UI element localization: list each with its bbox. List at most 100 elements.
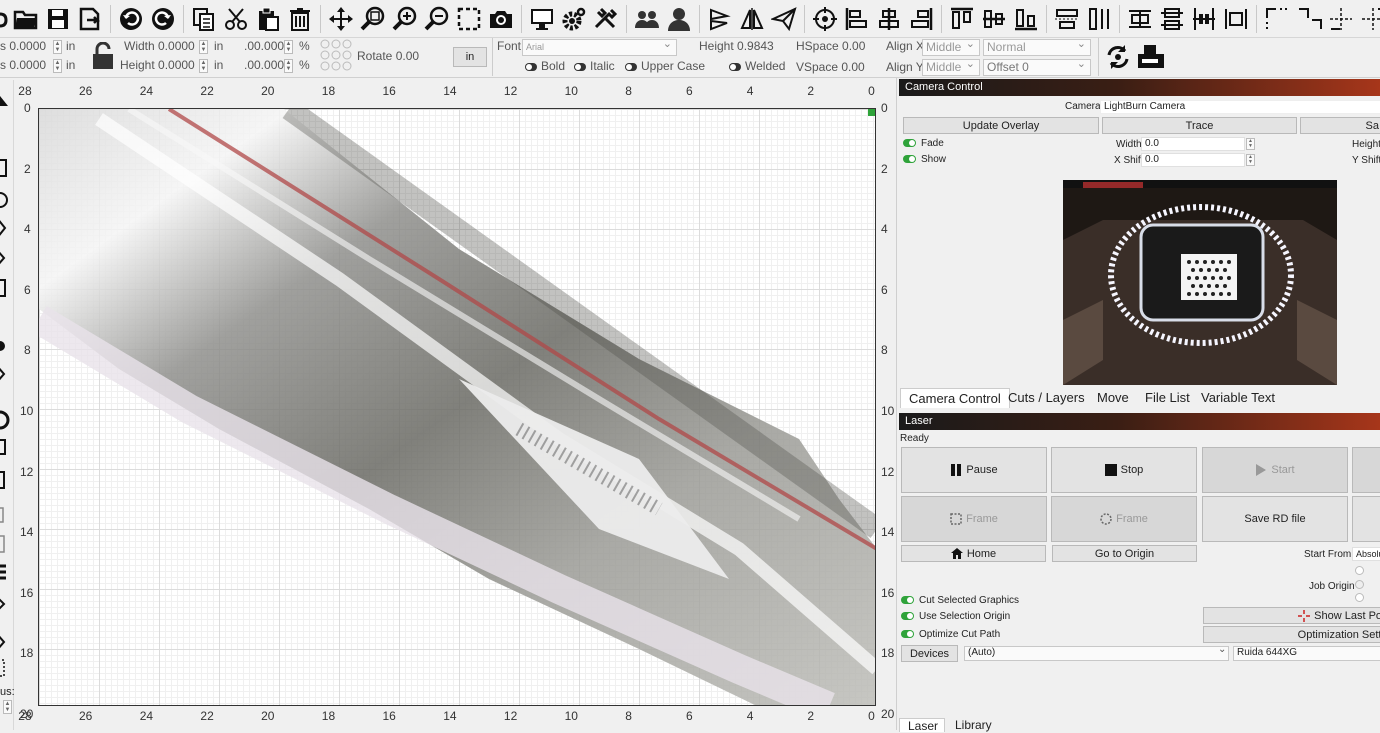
start-from-select[interactable]: Absolu <box>1352 547 1380 561</box>
zoom-in-icon[interactable] <box>391 4 419 34</box>
extra-button-top[interactable] <box>1352 447 1380 493</box>
corner-br-icon[interactable] <box>1359 4 1380 34</box>
copy-icon[interactable] <box>190 4 218 34</box>
offset-field[interactable]: Offset 0 <box>983 57 1091 76</box>
width-field[interactable]: Width 0.0000 <box>124 39 195 53</box>
go-to-origin-button[interactable]: Go to Origin <box>1052 545 1197 562</box>
show-last-position-button[interactable]: Show Last Posi <box>1203 607 1380 624</box>
monitor-icon[interactable] <box>528 4 556 34</box>
tab-cuts-layers[interactable]: Cuts / Layers <box>1000 388 1093 408</box>
save-as-icon[interactable] <box>76 4 104 34</box>
align-y-select[interactable]: Middle <box>922 57 980 76</box>
home-button[interactable]: Home <box>901 545 1046 562</box>
align-right-icon[interactable] <box>907 4 935 34</box>
y-position-field[interactable]: s 0.0000 <box>0 58 46 72</box>
space-h-icon[interactable] <box>1126 4 1154 34</box>
devices-button[interactable]: Devices <box>901 645 958 662</box>
settings-icon[interactable] <box>560 4 588 34</box>
laser-machine-icon[interactable] <box>1136 42 1166 72</box>
distribute-h-icon[interactable] <box>1053 4 1081 34</box>
text-style-select[interactable]: Normal <box>983 37 1091 56</box>
unit-toggle-button[interactable]: in <box>453 47 487 67</box>
tool-strip-icon[interactable] <box>0 88 14 728</box>
origin-radio-middle[interactable] <box>1355 580 1364 589</box>
frame-select-icon[interactable] <box>455 4 483 34</box>
target-icon[interactable] <box>811 4 839 34</box>
origin-radio-top[interactable] <box>1355 566 1364 575</box>
welded-toggle[interactable]: Welded <box>729 59 785 73</box>
send-icon[interactable] <box>770 4 798 34</box>
tab-camera-control[interactable]: Camera Control <box>900 388 1010 408</box>
anchor-grid-icon[interactable] <box>320 39 354 73</box>
font-select[interactable]: Arial <box>522 37 677 56</box>
distribute-v-icon[interactable] <box>1085 4 1113 34</box>
redo-icon[interactable] <box>149 4 177 34</box>
hspace-field[interactable]: HSpace 0.00 <box>796 39 865 53</box>
rotate-field[interactable]: Rotate 0.00 <box>357 49 419 63</box>
fade-toggle[interactable]: Fade <box>903 138 944 149</box>
mirror-v-icon[interactable] <box>738 4 766 34</box>
align-left-icon[interactable] <box>843 4 871 34</box>
paste-icon[interactable] <box>254 4 282 34</box>
canvas-area[interactable]: 28 26 24 22 20 18 16 14 12 10 8 6 4 2 0 28 26 24 22 20 18 16 1… <box>14 80 896 730</box>
corner-tr-icon[interactable] <box>1295 4 1323 34</box>
scale-width-spinner[interactable]: ▲ ▼ <box>284 40 293 54</box>
update-overlay-button[interactable]: Update Overlay <box>903 117 1099 134</box>
scale-height-field[interactable]: .00.000 <box>244 58 284 72</box>
left-status-spinner[interactable]: ▲ ▼ <box>3 700 12 714</box>
save-button[interactable]: Sa <box>1300 117 1380 134</box>
stop-button[interactable]: Stop <box>1051 447 1197 493</box>
undo-icon[interactable] <box>117 4 145 34</box>
width-spinner[interactable]: ▲ ▼ <box>1246 138 1255 150</box>
user-icon[interactable] <box>665 4 693 34</box>
move-together-icon[interactable] <box>1190 4 1218 34</box>
show-toggle[interactable]: Show <box>903 154 946 165</box>
save-rd-file-button[interactable]: Save RD file <box>1202 496 1348 542</box>
reset-icon[interactable] <box>1104 43 1132 71</box>
extra-button-bottom[interactable] <box>1352 496 1380 542</box>
height-field[interactable]: Height 0.0000 <box>120 58 195 72</box>
italic-toggle[interactable]: Italic <box>574 59 615 73</box>
frame-circle-button[interactable]: Frame <box>1051 496 1197 542</box>
width-spinner[interactable]: ▲ ▼ <box>199 40 208 54</box>
use-selection-origin-toggle[interactable]: Use Selection Origin <box>901 611 1010 622</box>
open-folder-icon[interactable] <box>12 4 40 34</box>
cut-icon[interactable] <box>222 4 250 34</box>
lock-icon[interactable] <box>92 42 114 70</box>
start-button[interactable]: Start <box>1202 447 1348 493</box>
xshift-spinner[interactable]: ▲ ▼ <box>1246 154 1255 166</box>
move-icon[interactable] <box>327 4 355 34</box>
space-v-icon[interactable] <box>1158 4 1186 34</box>
xshift-input[interactable]: 0.0 <box>1141 153 1245 167</box>
tab-file-list[interactable]: File List <box>1137 388 1198 408</box>
center-icon[interactable] <box>1222 4 1250 34</box>
align-bottom-icon[interactable] <box>1012 4 1040 34</box>
devices-select[interactable]: (Auto) <box>964 646 1229 661</box>
width-input[interactable]: 0.0 <box>1141 137 1245 151</box>
optimize-cut-path-toggle[interactable]: Optimize Cut Path <box>901 629 1000 640</box>
upper-case-toggle[interactable]: Upper Case <box>625 59 705 73</box>
height-spinner[interactable]: ▲ ▼ <box>199 59 208 73</box>
vspace-field[interactable]: VSpace 0.00 <box>796 60 865 74</box>
x-position-field[interactable]: s 0.0000 <box>0 39 46 53</box>
y-spinner[interactable]: ▲ ▼ <box>53 59 62 73</box>
frame-button[interactable]: Frame <box>901 496 1047 542</box>
align-top-icon[interactable] <box>948 4 976 34</box>
origin-radio-bottom[interactable] <box>1355 593 1364 602</box>
delete-icon[interactable] <box>286 4 314 34</box>
pause-button[interactable]: Pause <box>901 447 1047 493</box>
zoom-out-icon[interactable] <box>423 4 451 34</box>
controller-select[interactable]: Ruida 644XG <box>1233 646 1380 661</box>
font-height-field[interactable]: Height 0.9843 <box>699 39 774 53</box>
save-icon[interactable] <box>44 4 72 34</box>
align-x-select[interactable]: Middle <box>922 37 980 56</box>
camera-select[interactable]: LightBurn Camera <box>1100 100 1380 114</box>
camera-icon[interactable] <box>487 4 515 34</box>
cut-selected-graphics-toggle[interactable]: Cut Selected Graphics <box>901 595 1019 606</box>
work-area-grid[interactable] <box>38 108 876 706</box>
tab-variable-text[interactable]: Variable Text <box>1193 388 1283 408</box>
corner-tl-icon[interactable] <box>1263 4 1291 34</box>
align-middle-icon[interactable] <box>980 4 1008 34</box>
zoom-selection-icon[interactable] <box>359 4 387 34</box>
mirror-h-icon[interactable] <box>706 4 734 34</box>
